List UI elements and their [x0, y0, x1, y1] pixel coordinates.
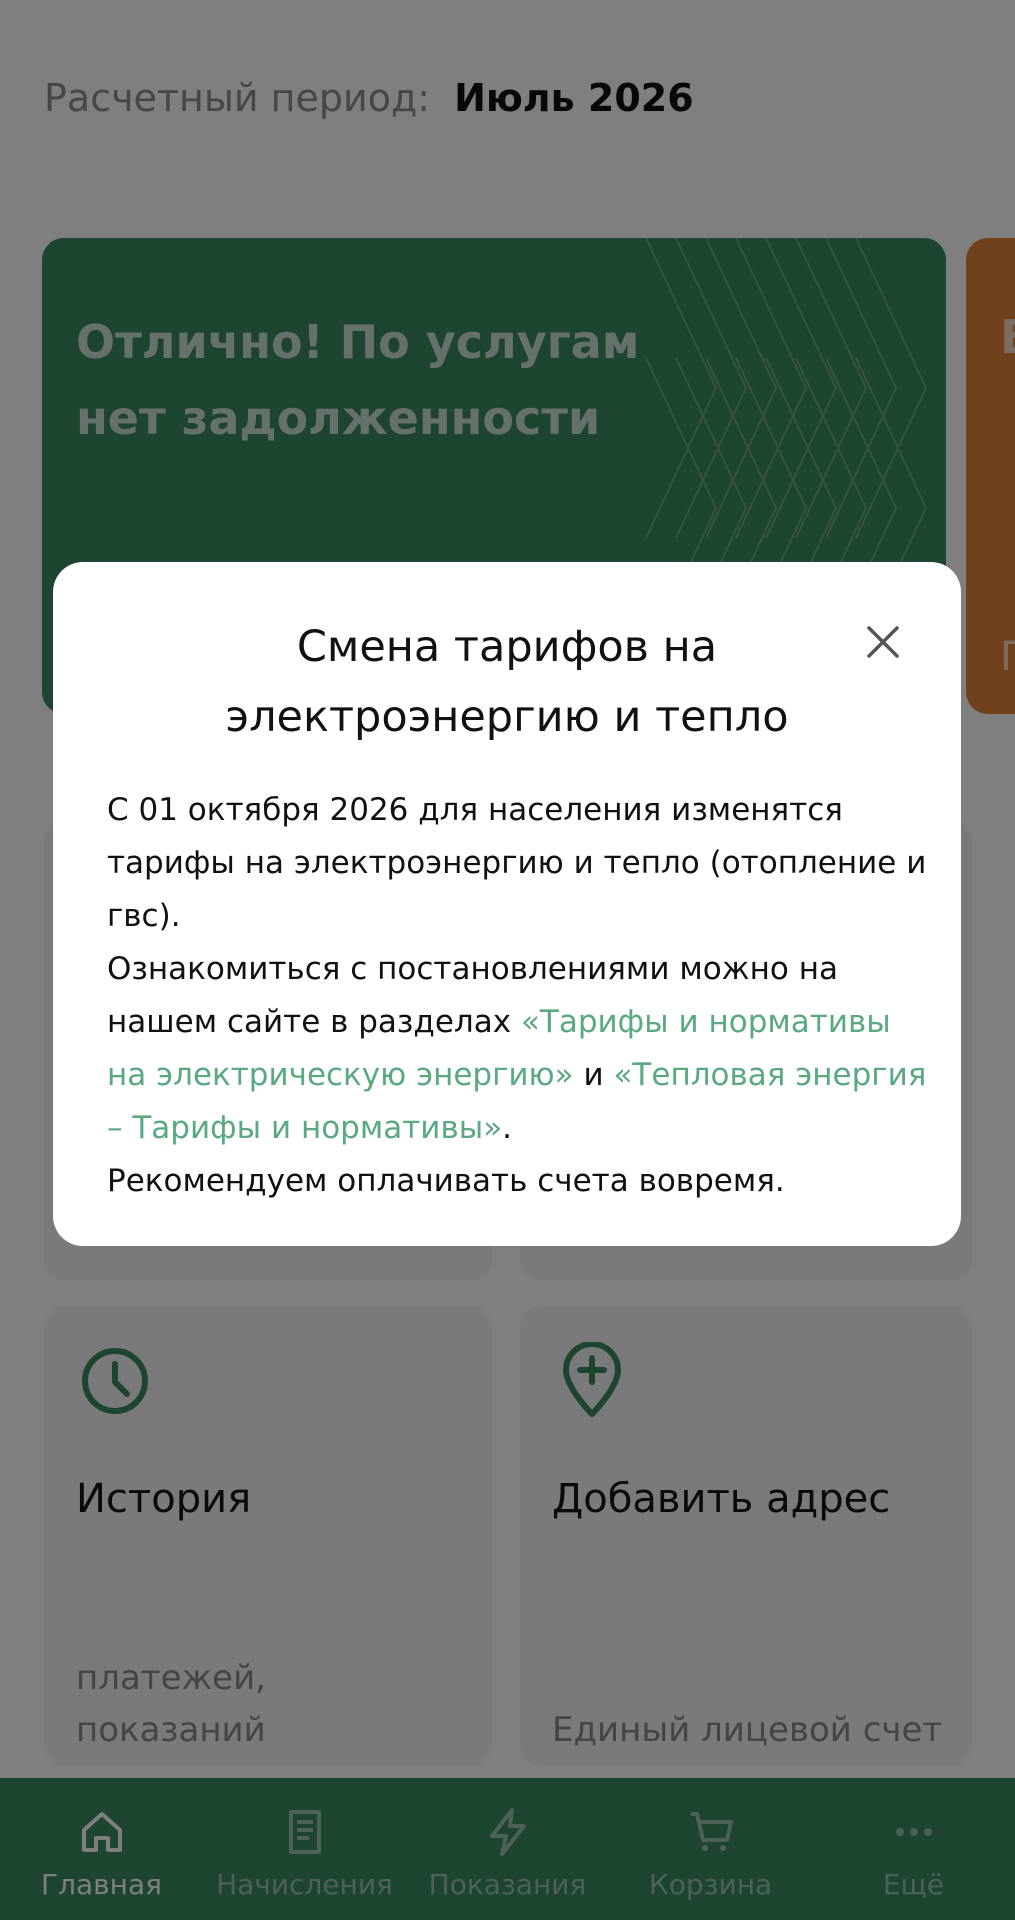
modal-paragraph-3: Рекомендуем оплачивать счета вовремя.: [107, 1163, 785, 1199]
modal-title: Смена тарифов на электроэнергию и тепло: [225, 622, 789, 742]
modal-paragraph-1: С 01 октября 2026 для населения изменятс…: [107, 792, 927, 934]
tariff-change-modal: Смена тарифов на электроэнергию и тепло …: [53, 562, 961, 1246]
close-icon[interactable]: [863, 622, 903, 662]
modal-body: С 01 октября 2026 для населения изменятс…: [107, 784, 927, 1208]
main-screen: Расчетный период: Июль 2026 Отлично! По …: [0, 0, 1015, 1920]
modal-period: .: [502, 1110, 513, 1146]
modal-conjunction: и: [573, 1057, 614, 1093]
